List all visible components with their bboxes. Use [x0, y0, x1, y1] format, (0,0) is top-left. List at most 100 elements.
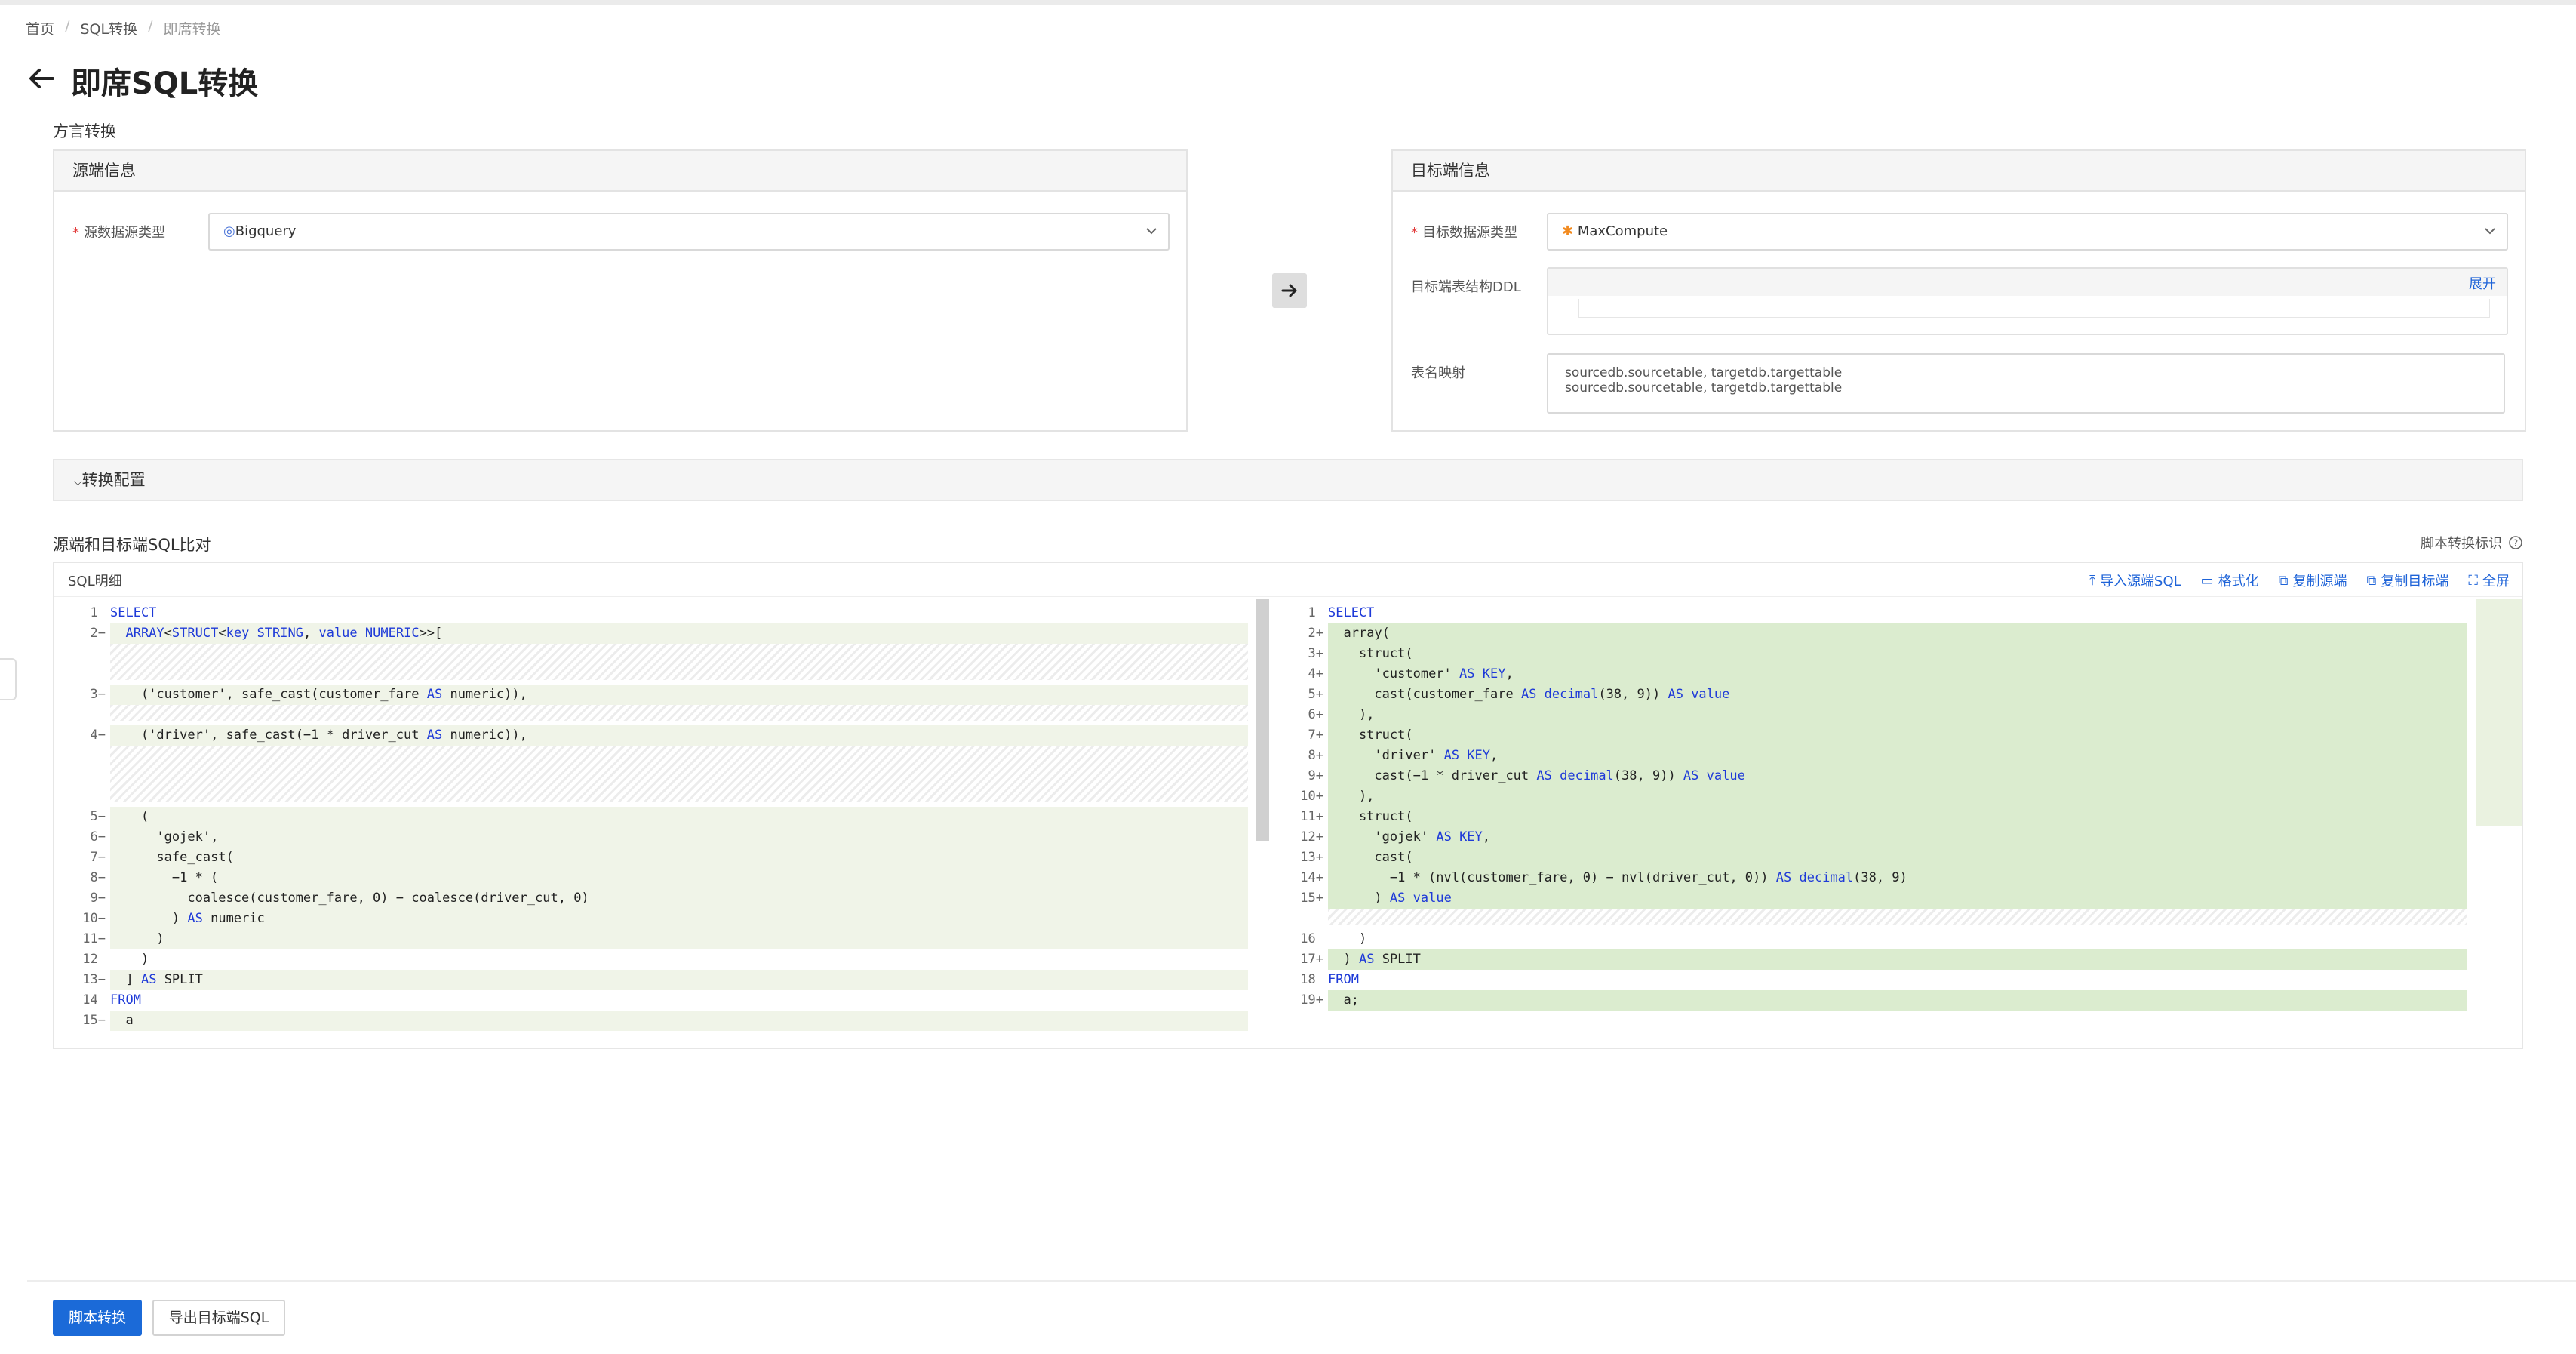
target-panel: 目标端信息 * 目标数据源类型 ✱ MaxCompute 目标端表结构DDL 展开…: [1391, 149, 2526, 432]
code-line: 1 SELECT: [56, 603, 1254, 623]
sql-detail-label: SQL明细: [68, 574, 122, 589]
line-number: 13+: [1300, 849, 1323, 865]
breadcrumb-home[interactable]: 首页: [26, 18, 54, 38]
target-type-value: ✱ MaxCompute: [1562, 223, 1668, 239]
line-number: 19+: [1300, 992, 1323, 1008]
target-type-select[interactable]: ✱ MaxCompute: [1547, 213, 2508, 251]
ddl-label: 目标端表结构DDL: [1411, 279, 1521, 295]
line-number: 5−: [90, 808, 106, 824]
sql-toolbar: ⤒ 导入源端SQL ▭ 格式化 ⧉ 复制源端 ⧉ 复制目标端 ⛶ 全屏: [2089, 571, 2510, 590]
script-convert-hint[interactable]: 脚本转换标识 ?: [2421, 533, 2523, 552]
format-icon: ▭: [2200, 572, 2214, 589]
back-arrow-icon[interactable]: [26, 63, 56, 94]
source-editor-scrollbar[interactable]: [1256, 599, 1269, 841]
code-text: ): [110, 951, 149, 967]
line-number: 17+: [1300, 951, 1323, 967]
target-sql-editor[interactable]: 1 SELECT 2+ array(3+ struct(4+ 'customer'…: [1274, 599, 2491, 1048]
code-text: ): [1328, 931, 1367, 946]
copy-source-button[interactable]: ⧉ 复制源端: [2279, 571, 2347, 590]
code-line: 3− ('customer', safe_cast(customer_fare …: [56, 684, 1254, 705]
conversion-config-collapse[interactable]: ⌵转换配置: [53, 459, 2523, 501]
code-text: ) AS SPLIT: [1328, 949, 2467, 970]
expand-link[interactable]: 展开: [2469, 273, 2496, 293]
code-text: a: [110, 1010, 1248, 1031]
code-line: 18 FROM: [1274, 970, 2473, 990]
breadcrumb-sql-convert[interactable]: SQL转换: [80, 18, 137, 38]
bigquery-icon: ◎: [223, 223, 235, 239]
source-type-select[interactable]: ◎Bigquery: [208, 213, 1170, 251]
ddl-editor[interactable]: 展开: [1547, 267, 2508, 335]
code-text: safe_cast(: [110, 847, 1248, 868]
breadcrumb-separator: /: [65, 18, 70, 35]
code-text: array(: [1328, 623, 2467, 644]
line-number: 12+: [1300, 829, 1323, 845]
line-number: 14: [82, 992, 106, 1008]
line-number: 2−: [90, 625, 106, 641]
code-line: 14+ −1 * (nvl(customer_fare, 0) − nvl(dr…: [1274, 867, 2473, 888]
source-sql-editor[interactable]: 1 SELECT 2− ARRAY<STRUCT<key STRING, valu…: [56, 599, 1272, 1048]
source-type-value: ◎Bigquery: [223, 223, 297, 239]
code-text: FROM: [1328, 971, 1359, 987]
upload-icon: ⤒: [2089, 572, 2096, 589]
maxcompute-icon: ✱: [1562, 223, 1574, 239]
footer-divider: [27, 1280, 2576, 1282]
line-number: 1: [1308, 605, 1323, 620]
code-line: 7+ struct(: [1274, 725, 2473, 746]
table-mapping-input[interactable]: sourcedb.sourcetable, targetdb.targettab…: [1547, 353, 2505, 414]
code-text: struct(: [1328, 643, 2467, 664]
copy-target-button[interactable]: ⧉ 复制目标端: [2367, 571, 2449, 590]
format-button[interactable]: ▭ 格式化: [2201, 571, 2259, 590]
line-number: 13−: [82, 971, 106, 987]
code-text: 'driver' AS KEY,: [1328, 745, 2467, 766]
line-number: 11−: [82, 931, 106, 946]
copy-icon: ⧉: [2366, 572, 2377, 589]
code-text: ),: [1328, 786, 2467, 807]
code-text: ] AS SPLIT: [110, 969, 1248, 990]
code-line: 4+ 'customer' AS KEY,: [1274, 663, 2473, 685]
line-number: 7−: [90, 849, 106, 865]
line-number: 2+: [1308, 625, 1323, 641]
code-line: 11+ struct(: [1274, 806, 2473, 827]
top-border: [0, 0, 2576, 5]
line-number: 8+: [1308, 747, 1323, 763]
section-title: 方言转换: [53, 122, 116, 140]
code-line: 11− ): [56, 928, 1254, 949]
convert-arrow-button[interactable]: [1272, 273, 1307, 308]
code-text: ('customer', safe_cast(customer_fare AS …: [110, 684, 1248, 705]
breadcrumb-separator: /: [148, 18, 153, 35]
diff-placeholder: [110, 745, 1248, 803]
export-target-sql-button[interactable]: 导出目标端SQL: [152, 1300, 285, 1336]
ddl-editor-content[interactable]: [1578, 299, 2490, 318]
code-text: 'gojek' AS KEY,: [1328, 826, 2467, 848]
code-line: 10+ ),: [1274, 786, 2473, 807]
compare-title: 源端和目标端SQL比对: [53, 536, 211, 554]
fullscreen-button[interactable]: ⛶ 全屏: [2468, 571, 2510, 590]
code-line: 10− ) AS numeric: [56, 908, 1254, 929]
required-mark: *: [1411, 225, 1418, 241]
code-text: a;: [1328, 989, 2467, 1011]
line-number: 16: [1300, 931, 1323, 946]
import-source-sql-button[interactable]: ⤒ 导入源端SQL: [2089, 571, 2181, 590]
line-number: 12: [82, 951, 106, 967]
target-panel-header: 目标端信息: [1393, 151, 2525, 192]
target-editor-minimap[interactable]: [2476, 599, 2522, 826]
convert-script-button[interactable]: 脚本转换: [53, 1300, 142, 1336]
code-text: ),: [1328, 704, 2467, 725]
code-text: struct(: [1328, 725, 2467, 746]
mapping-line: sourcedb.sourcetable, targetdb.targettab…: [1565, 365, 1843, 380]
code-line: 7− safe_cast(: [56, 847, 1254, 868]
code-text: ARRAY<STRUCT<key STRING, value NUMERIC>>…: [110, 623, 1248, 644]
source-panel-header: 源端信息: [54, 151, 1186, 192]
diff-placeholder: [1328, 908, 2467, 925]
fullscreen-icon: ⛶: [2468, 572, 2478, 589]
line-number: 15+: [1300, 890, 1323, 906]
code-text: ) AS value: [1328, 888, 2467, 909]
diff-placeholder: [110, 643, 1248, 681]
side-collapse-handle[interactable]: [0, 658, 17, 700]
line-number: 4−: [90, 727, 106, 743]
line-number: 1: [90, 605, 106, 620]
help-icon: ?: [2509, 536, 2522, 549]
line-number: 4+: [1308, 666, 1323, 682]
code-text: (: [110, 806, 1248, 827]
source-type-label: * 源数据源类型: [72, 225, 165, 241]
